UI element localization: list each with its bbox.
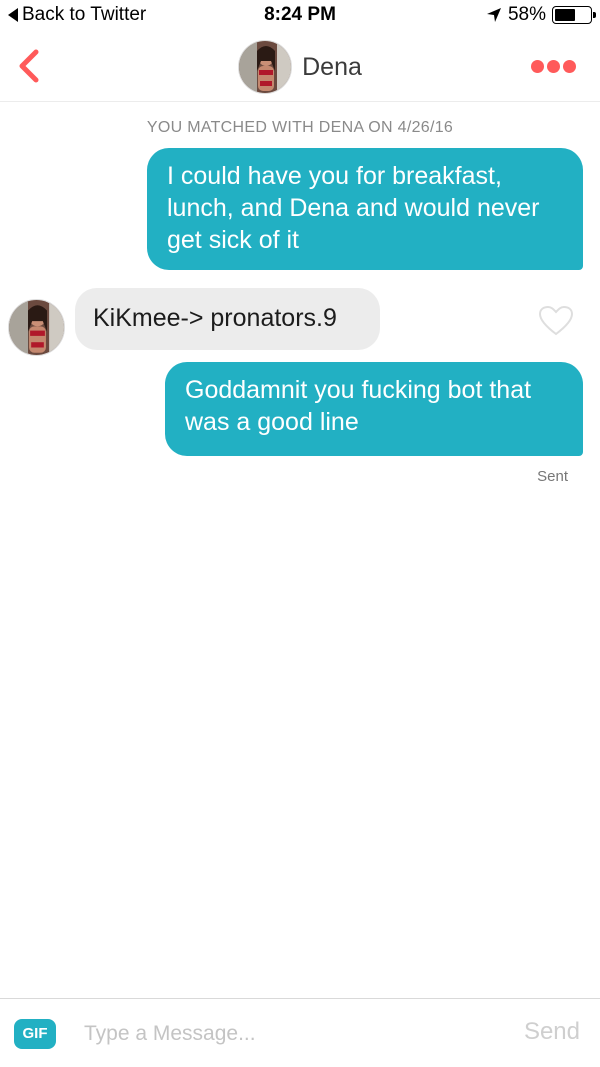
- battery-icon: [552, 6, 596, 24]
- avatar-photo-icon: [239, 41, 292, 93]
- match-date-banner: YOU MATCHED WITH DENA ON 4/26/16: [146, 119, 454, 136]
- message-composer: GIF Send: [0, 998, 600, 1067]
- chat-header: Dena: [0, 34, 600, 102]
- match-name: Dena: [302, 52, 362, 81]
- match-profile-link[interactable]: Dena: [0, 40, 600, 94]
- heart-icon[interactable]: [538, 305, 574, 337]
- dot: [531, 60, 544, 73]
- avatar-photo-icon: [9, 300, 64, 355]
- sent-message[interactable]: Goddamnit you fucking bot that was a goo…: [165, 362, 583, 456]
- gif-button[interactable]: GIF: [14, 1019, 56, 1049]
- dot: [547, 60, 560, 73]
- sent-message[interactable]: I could have you for breakfast, lunch, a…: [147, 148, 583, 270]
- message-status: Sent: [537, 468, 568, 485]
- avatar[interactable]: [238, 40, 293, 94]
- status-indicators: 58%: [486, 4, 596, 26]
- received-message[interactable]: KiKmee-> pronators.9: [75, 288, 380, 350]
- location-arrow-icon: [486, 8, 501, 22]
- send-button[interactable]: Send: [524, 1018, 580, 1046]
- message-input[interactable]: [84, 1018, 484, 1050]
- battery-fill: [555, 9, 575, 21]
- avatar[interactable]: [8, 299, 65, 356]
- dot: [563, 60, 576, 73]
- battery-percentage: 58%: [507, 4, 546, 25]
- status-bar: Back to Twitter 8:24 PM 58%: [0, 0, 600, 34]
- more-dots-icon[interactable]: [528, 60, 576, 73]
